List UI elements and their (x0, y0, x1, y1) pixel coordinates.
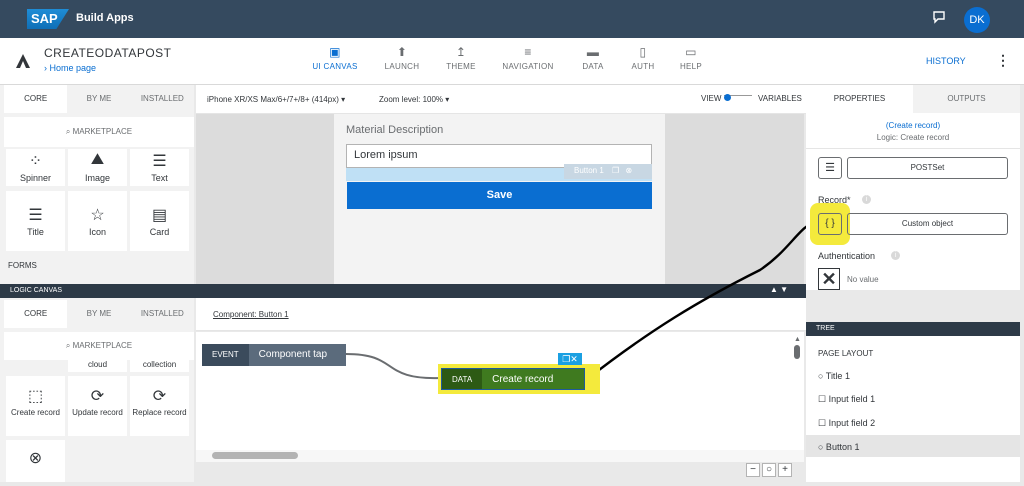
tree-bar: TREE (806, 322, 1020, 336)
info-icon[interactable]: i (891, 251, 900, 260)
authentication-label: Authentication (818, 251, 876, 261)
close-icon[interactable]: ✕ (570, 354, 578, 364)
tree-title-1[interactable]: ○ Title 1 (818, 371, 850, 381)
zoom-reset-button[interactable]: ○ (762, 463, 776, 477)
horizontal-scroll-thumb[interactable] (212, 452, 298, 459)
tab-outputs[interactable]: OUTPUTS (913, 85, 1020, 113)
data-node-create-record[interactable]: DATA Create record (441, 368, 585, 390)
no-value-text: No value (847, 275, 879, 284)
no-value-icon[interactable]: ✕ (818, 268, 840, 290)
database-icon[interactable]: ☰ (818, 157, 842, 179)
object-binding-icon[interactable]: { } (818, 213, 842, 235)
zoom-out-button[interactable]: − (746, 463, 760, 477)
tree-input-field-1[interactable]: ☐ Input field 1 (818, 394, 875, 405)
event-node-component-tap[interactable]: EVENT Component tap (202, 344, 346, 366)
zoom-controls: − ○ + (746, 463, 794, 477)
tree-button-1[interactable]: ○ Button 1 (818, 442, 859, 452)
zoom-in-button[interactable]: + (778, 463, 792, 477)
logic-subtitle: Logic: Create record (876, 133, 950, 142)
info-icon[interactable]: i (862, 195, 871, 204)
node-actions: ❐✕ (558, 353, 582, 365)
resource-field[interactable]: POSTSet (847, 157, 1008, 179)
tree-page-layout[interactable]: PAGE LAYOUT (818, 349, 873, 358)
vertical-scrollbar[interactable]: ▲ (794, 336, 802, 446)
properties-tabs: PROPERTIES OUTPUTS (806, 85, 1020, 113)
create-record-link[interactable]: (Create record) (806, 121, 1020, 130)
divider (806, 148, 1020, 149)
tab-properties[interactable]: PROPERTIES (806, 85, 913, 113)
tree-input-field-2[interactable]: ☐ Input field 2 (818, 418, 875, 429)
custom-object-field[interactable]: Custom object (847, 213, 1008, 235)
